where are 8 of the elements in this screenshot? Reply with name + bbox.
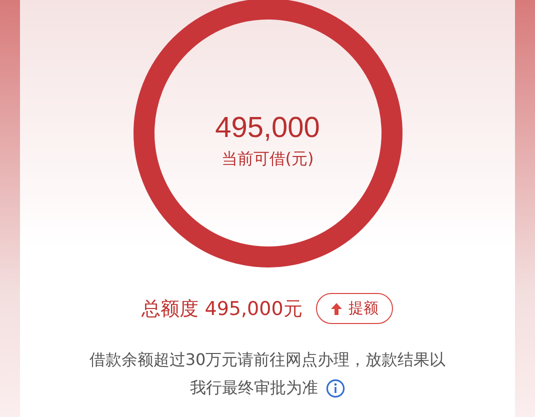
up-arrow-icon [331, 302, 342, 314]
available-caption: 当前可借(元) [221, 149, 314, 170]
notice-text: 借款余额超过30万元请前往网点办理，放款结果以 [89, 349, 446, 371]
raise-limit-button[interactable]: 提额 [316, 293, 394, 324]
info-icon[interactable] [326, 378, 345, 398]
notice-text: 我行最终审批为准 [190, 377, 318, 399]
total-limit: 总额度 495,000元 [142, 296, 302, 322]
available-amount: 495,000 [215, 112, 320, 145]
